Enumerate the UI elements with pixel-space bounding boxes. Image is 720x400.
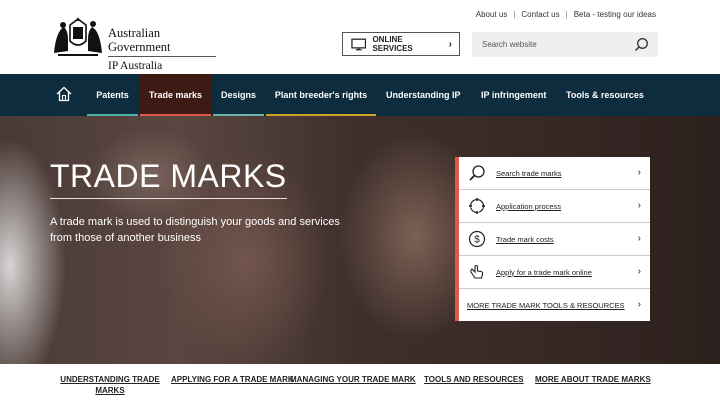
divider: | [565, 10, 568, 19]
quick-link-application-process[interactable]: Application process › [459, 190, 650, 223]
quick-link-label: Apply for a trade mark online [496, 267, 592, 277]
nav-label: Patents [96, 90, 129, 100]
cycle-icon [466, 195, 488, 217]
nav-ip-infringement[interactable]: IP infringement [481, 74, 546, 116]
section-link-label: MORE ABOUT TRADE MARKS [535, 375, 651, 384]
nav-trade-marks[interactable]: Trade marks [140, 74, 211, 116]
chevron-right-icon: › [448, 38, 452, 50]
beta-link[interactable]: Beta - testing our ideas [574, 10, 656, 19]
home-icon[interactable] [56, 86, 72, 102]
monitor-icon [351, 38, 367, 50]
quick-link-label: Trade mark costs [496, 234, 554, 244]
section-links: UNDERSTANDING TRADE MARKS APPLYING FOR A… [0, 364, 720, 400]
divider: | [513, 10, 516, 19]
dollar-icon: $ [466, 228, 488, 250]
coat-of-arms-icon [54, 17, 102, 56]
section-link-applying[interactable]: APPLYING FOR A TRADE MARK [171, 374, 294, 385]
hero-description: A trade mark is used to distinguish your… [50, 216, 340, 244]
quick-link-label: Search trade marks [496, 168, 562, 178]
nav-label: Designs [220, 90, 256, 100]
online-services-label: ONLINE SERVICES [372, 35, 413, 53]
nav-label: IP infringement [481, 90, 547, 100]
main-navigation: Patents Trade marks Designs Plant breede… [0, 74, 720, 116]
quick-link-label: Application process [496, 201, 562, 211]
section-link-label: APPLYING FOR A TRADE MARK [171, 375, 294, 384]
nav-label: Trade marks [148, 90, 203, 100]
logo-line-government: Australian Government [108, 26, 216, 57]
nav-label: Tools & resources [566, 90, 644, 100]
chevron-right-icon: › [637, 200, 641, 211]
nav-tools-resources[interactable]: Tools & resources [566, 74, 644, 116]
section-link-managing[interactable]: MANAGING YOUR TRADE MARK [290, 374, 416, 385]
nav-designs[interactable]: Designs [213, 74, 264, 116]
quick-link-apply-online[interactable]: Apply for a trade mark online › [459, 256, 650, 289]
chevron-right-icon: › [637, 233, 641, 244]
quick-links-panel: Search trade marks › Application process… [455, 157, 650, 321]
search-placeholder: Search website [482, 40, 537, 49]
utility-links: About us | Contact us | Beta - testing o… [476, 10, 656, 19]
chevron-right-icon: › [637, 167, 641, 178]
magnifier-icon [466, 162, 488, 184]
search-input[interactable]: Search website [472, 32, 658, 57]
section-link-label: MANAGING YOUR TRADE MARK [290, 375, 416, 384]
nav-label: Plant breeder's rights [274, 90, 368, 100]
ip-australia-logo[interactable]: Australian Government IP Australia [50, 16, 225, 72]
nav-understanding-ip[interactable]: Understanding IP [386, 74, 461, 116]
section-link-tools[interactable]: TOOLS AND RESOURCES [424, 374, 524, 385]
nav-plant-breeders-rights[interactable]: Plant breeder's rights [266, 74, 376, 116]
logo-line-ip-australia: IP Australia [108, 60, 163, 72]
section-link-label: UNDERSTANDING TRADE MARKS [60, 375, 160, 395]
site-header: Australian Government IP Australia About… [0, 0, 720, 74]
quick-link-more-tools[interactable]: MORE TRADE MARK TOOLS & RESOURCES › [459, 289, 650, 322]
online-services-button[interactable]: ONLINE SERVICES › [342, 32, 460, 56]
page-title: TRADE MARKS [50, 158, 287, 199]
section-link-more-about[interactable]: MORE ABOUT TRADE MARKS [535, 374, 651, 385]
section-link-understanding[interactable]: UNDERSTANDING TRADE MARKS [56, 374, 164, 396]
quick-link-label: MORE TRADE MARK TOOLS & RESOURCES [467, 301, 625, 310]
nav-patents[interactable]: Patents [87, 74, 138, 116]
search-icon[interactable] [634, 37, 649, 52]
pointer-hand-icon [466, 261, 488, 283]
chevron-right-icon: › [637, 299, 641, 310]
quick-link-trade-mark-costs[interactable]: $ Trade mark costs › [459, 223, 650, 256]
nav-label: Understanding IP [386, 90, 461, 100]
section-link-label: TOOLS AND RESOURCES [424, 375, 524, 384]
quick-link-search-trade-marks[interactable]: Search trade marks › [459, 157, 650, 190]
svg-text:$: $ [474, 235, 480, 246]
about-us-link[interactable]: About us [476, 10, 508, 19]
contact-us-link[interactable]: Contact us [521, 10, 559, 19]
chevron-right-icon: › [637, 266, 641, 277]
